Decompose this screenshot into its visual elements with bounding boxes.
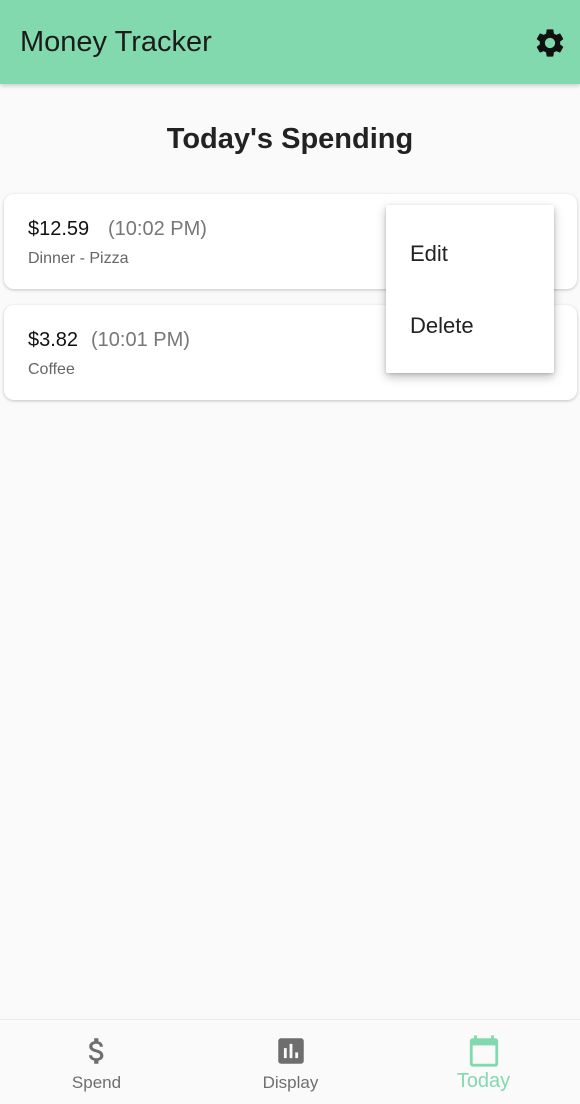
app-bar: Money Tracker [0, 0, 580, 84]
nav-label: Display [262, 1073, 319, 1092]
calendar-icon [469, 1035, 498, 1067]
entry-amount: $3.82 [28, 329, 79, 351]
menu-item-label: Delete [410, 313, 474, 338]
entry-description: Dinner - Pizza [28, 250, 129, 267]
nav-item-spend[interactable]: Spend [0, 1020, 193, 1104]
nav-item-today[interactable]: Today [387, 1020, 580, 1104]
nav-label: Spend [71, 1073, 122, 1092]
bottom-navigation: Spend Display Today [0, 1019, 580, 1104]
bar-chart-icon [277, 1038, 304, 1064]
page-title: Today's Spending [166, 123, 414, 155]
menu-item-label: Edit [410, 241, 448, 266]
entry-amount: $12.59 [28, 218, 90, 240]
entry-time: (10:02 PM) [108, 218, 207, 240]
entry-context-menu: Edit Delete [386, 205, 554, 373]
gear-icon[interactable] [533, 26, 567, 60]
app-title: Money Tracker [20, 26, 212, 58]
menu-item-edit[interactable]: Edit [386, 217, 554, 289]
dollar-icon [88, 1038, 103, 1064]
entry-time: (10:01 PM) [91, 329, 190, 351]
menu-item-delete[interactable]: Delete [386, 289, 554, 361]
nav-label: Today [456, 1070, 511, 1092]
nav-item-display[interactable]: Display [194, 1020, 387, 1104]
entry-description: Coffee [28, 361, 75, 378]
